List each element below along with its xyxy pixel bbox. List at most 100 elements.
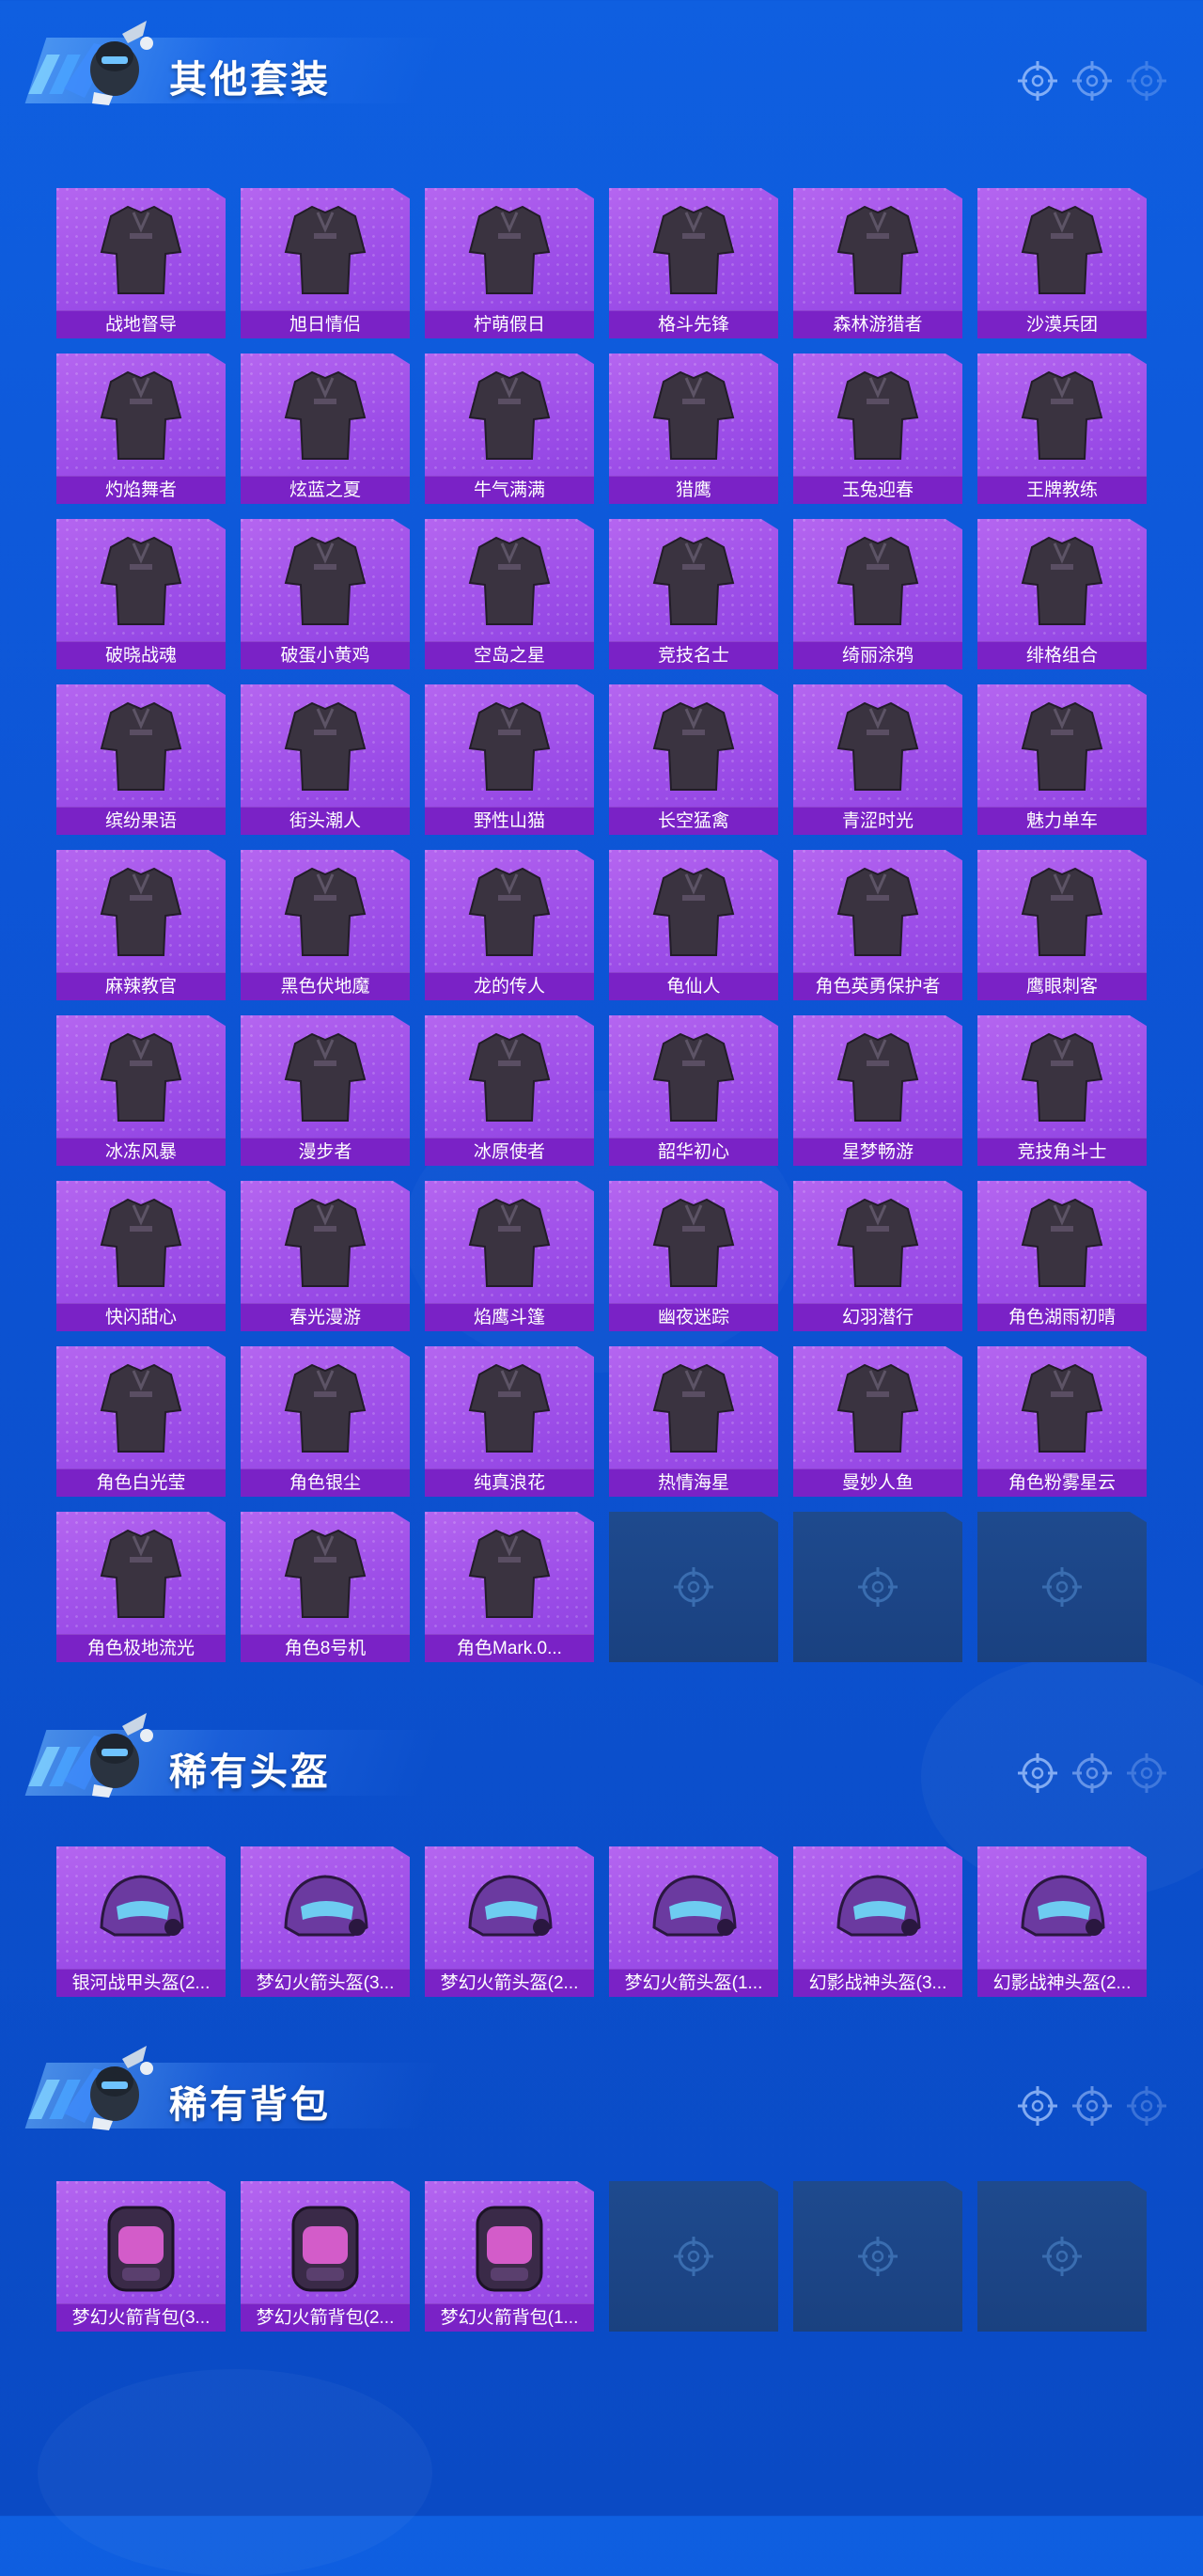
outfit-icon bbox=[652, 1198, 735, 1287]
item-card[interactable]: 青涩时光 bbox=[793, 684, 962, 835]
item-card[interactable]: 王牌教练 bbox=[977, 353, 1147, 504]
outfit-icon bbox=[468, 205, 551, 294]
reticle-placeholder-icon bbox=[674, 2237, 713, 2276]
item-card[interactable]: 梦幻火箭背包(3... bbox=[56, 2181, 226, 2332]
reticle-icon bbox=[1018, 2086, 1057, 2126]
section-outfits: 其他套装 战地督导 旭日情侣 柠萌假日 格斗先锋 森林游猎者 沙漠兵团 灼焰舞者 炫蓝之夏 牛气… bbox=[0, 0, 1203, 1662]
item-label: 绮丽涂鸦 bbox=[793, 641, 962, 669]
outfit-icon bbox=[652, 867, 735, 956]
item-card[interactable]: 灼焰舞者 bbox=[56, 353, 226, 504]
item-card[interactable]: 幻羽潜行 bbox=[793, 1181, 962, 1331]
item-card[interactable]: 冰冻风暴 bbox=[56, 1015, 226, 1166]
backpack-icon bbox=[476, 2206, 543, 2292]
reticle-icon bbox=[1127, 2086, 1166, 2126]
item-card[interactable]: 角色银尘 bbox=[241, 1346, 410, 1497]
outfit-icon bbox=[836, 1032, 919, 1122]
helmet-icon bbox=[652, 1875, 737, 1937]
item-card[interactable]: 黑色伏地魔 bbox=[241, 850, 410, 1000]
item-card[interactable]: 旭日情侣 bbox=[241, 188, 410, 338]
item-card[interactable]: 纯真浪花 bbox=[425, 1346, 594, 1497]
item-card[interactable]: 麻辣教官 bbox=[56, 850, 226, 1000]
outfit-icon bbox=[836, 205, 919, 294]
outfit-icon bbox=[1021, 1363, 1103, 1453]
item-label: 角色Mark.0... bbox=[425, 1634, 594, 1662]
item-label: 角色极地流光 bbox=[56, 1634, 226, 1662]
item-card[interactable]: 曼妙人鱼 bbox=[793, 1346, 962, 1497]
outfit-icon bbox=[284, 1198, 367, 1287]
page: 其他套装 战地督导 旭日情侣 柠萌假日 格斗先锋 森林游猎者 沙漠兵团 灼焰舞者 炫蓝之夏 牛气… bbox=[0, 0, 1203, 2516]
item-card[interactable]: 角色Mark.0... bbox=[425, 1512, 594, 1662]
item-card[interactable]: 角色白光莹 bbox=[56, 1346, 226, 1497]
item-label: 街头潮人 bbox=[241, 807, 410, 835]
item-card[interactable]: 韶华初心 bbox=[609, 1015, 778, 1166]
item-card[interactable]: 格斗先锋 bbox=[609, 188, 778, 338]
item-card[interactable]: 角色湖雨初晴 bbox=[977, 1181, 1147, 1331]
outfit-icon bbox=[836, 370, 919, 460]
item-card[interactable]: 角色英勇保护者 bbox=[793, 850, 962, 1000]
item-card[interactable]: 长空猛禽 bbox=[609, 684, 778, 835]
item-card[interactable]: 街头潮人 bbox=[241, 684, 410, 835]
section-header: 稀有背包 bbox=[0, 2025, 1203, 2130]
outfit-icon bbox=[284, 1363, 367, 1453]
item-card[interactable]: 沙漠兵团 bbox=[977, 188, 1147, 338]
item-card[interactable]: 角色粉雾星云 bbox=[977, 1346, 1147, 1497]
outfit-icon bbox=[836, 1198, 919, 1287]
item-card[interactable]: 野性山猫 bbox=[425, 684, 594, 835]
item-card[interactable]: 空岛之星 bbox=[425, 519, 594, 669]
item-card[interactable]: 战地督导 bbox=[56, 188, 226, 338]
item-card[interactable]: 炫蓝之夏 bbox=[241, 353, 410, 504]
item-card[interactable]: 破蛋小黄鸡 bbox=[241, 519, 410, 669]
item-card[interactable]: 快闪甜心 bbox=[56, 1181, 226, 1331]
item-card[interactable]: 焰鹰斗篷 bbox=[425, 1181, 594, 1331]
item-label: 幻羽潜行 bbox=[793, 1303, 962, 1331]
item-card[interactable]: 竞技角斗士 bbox=[977, 1015, 1147, 1166]
item-card[interactable]: 星梦畅游 bbox=[793, 1015, 962, 1166]
item-card[interactable]: 缤纷果语 bbox=[56, 684, 226, 835]
item-card[interactable]: 漫步者 bbox=[241, 1015, 410, 1166]
outfit-icon bbox=[284, 701, 367, 791]
item-card[interactable]: 角色极地流光 bbox=[56, 1512, 226, 1662]
helmet-icon bbox=[836, 1875, 921, 1937]
outfit-icon bbox=[100, 1198, 182, 1287]
item-card[interactable]: 梦幻火箭头盔(3... bbox=[241, 1846, 410, 1997]
item-card[interactable]: 龙的传人 bbox=[425, 850, 594, 1000]
item-card[interactable]: 绮丽涂鸦 bbox=[793, 519, 962, 669]
item-card[interactable]: 柠萌假日 bbox=[425, 188, 594, 338]
item-card[interactable]: 玉兔迎春 bbox=[793, 353, 962, 504]
item-label: 梦幻火箭背包(1... bbox=[425, 2303, 594, 2332]
item-label: 黑色伏地魔 bbox=[241, 972, 410, 1000]
item-label: 快闪甜心 bbox=[56, 1303, 226, 1331]
item-card[interactable]: 幻影战神头盔(2... bbox=[977, 1846, 1147, 1997]
item-card[interactable]: 森林游猎者 bbox=[793, 188, 962, 338]
item-card[interactable]: 热情海星 bbox=[609, 1346, 778, 1497]
item-card[interactable]: 魅力单车 bbox=[977, 684, 1147, 835]
helmet-icon bbox=[100, 1875, 184, 1937]
item-card[interactable]: 幻影战神头盔(3... bbox=[793, 1846, 962, 1997]
reticle-icon bbox=[1127, 61, 1166, 101]
item-card[interactable]: 冰原使者 bbox=[425, 1015, 594, 1166]
item-card[interactable]: 梦幻火箭头盔(2... bbox=[425, 1846, 594, 1997]
item-label: 星梦畅游 bbox=[793, 1138, 962, 1166]
item-label: 冰原使者 bbox=[425, 1138, 594, 1166]
outfit-icon bbox=[468, 536, 551, 625]
section-backpacks: 稀有背包 梦幻火箭背包(3... 梦幻火箭背包(2... 梦幻火箭背包(1... bbox=[0, 2025, 1203, 2332]
item-card[interactable]: 牛气满满 bbox=[425, 353, 594, 504]
item-card[interactable]: 梦幻火箭头盔(1... bbox=[609, 1846, 778, 1997]
outfit-icon bbox=[652, 1032, 735, 1122]
outfit-icon bbox=[100, 370, 182, 460]
item-card[interactable]: 竞技名士 bbox=[609, 519, 778, 669]
item-card[interactable]: 破晓战魂 bbox=[56, 519, 226, 669]
item-card[interactable]: 梦幻火箭背包(2... bbox=[241, 2181, 410, 2332]
item-card[interactable]: 鹰眼刺客 bbox=[977, 850, 1147, 1000]
item-card[interactable]: 角色8号机 bbox=[241, 1512, 410, 1662]
item-label: 梦幻火箭头盔(3... bbox=[241, 1969, 410, 1997]
item-label: 幽夜迷踪 bbox=[609, 1303, 778, 1331]
item-card[interactable]: 幽夜迷踪 bbox=[609, 1181, 778, 1331]
item-card[interactable]: 龟仙人 bbox=[609, 850, 778, 1000]
item-card[interactable]: 银河战甲头盔(2... bbox=[56, 1846, 226, 1997]
item-card[interactable]: 猎鹰 bbox=[609, 353, 778, 504]
outfit-icon bbox=[100, 1363, 182, 1453]
item-card[interactable]: 绯格组合 bbox=[977, 519, 1147, 669]
item-card[interactable]: 梦幻火箭背包(1... bbox=[425, 2181, 594, 2332]
item-card[interactable]: 春光漫游 bbox=[241, 1181, 410, 1331]
